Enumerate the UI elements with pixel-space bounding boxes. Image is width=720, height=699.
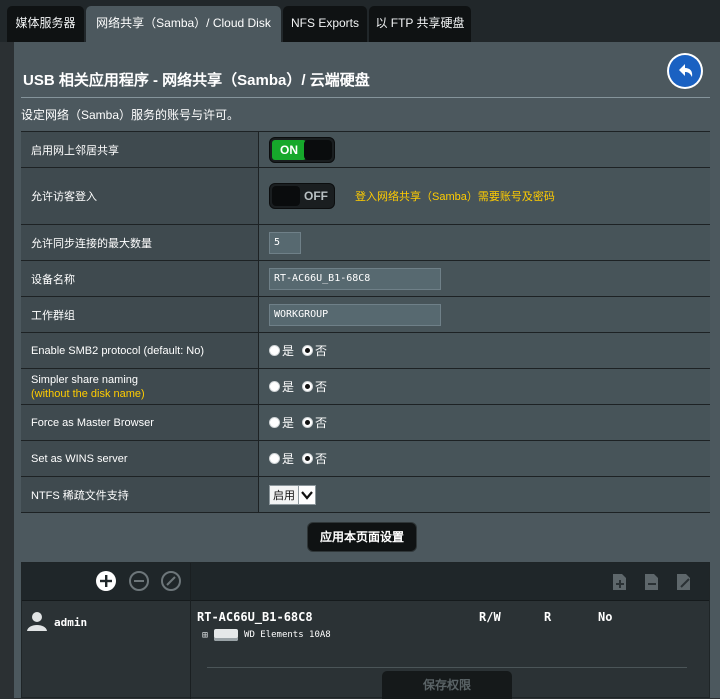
label-network-neighborhood: 启用网上邻居共享 <box>21 132 259 167</box>
label-workgroup: 工作群组 <box>21 297 259 332</box>
expand-icon[interactable]: ⊞ <box>202 630 208 641</box>
add-account-icon[interactable] <box>96 571 116 591</box>
no-label: 否 <box>315 380 328 394</box>
row-master-browser: Force as Master Browser 是 否 <box>21 405 710 441</box>
label-wins: Set as WINS server <box>21 441 259 476</box>
guest-login-toggle[interactable]: OFF <box>269 183 335 209</box>
perm-header-rw: R/W <box>479 610 501 624</box>
edit-account-icon[interactable] <box>161 571 181 591</box>
max-connections-input[interactable]: 5 <box>269 231 301 254</box>
no-label: 否 <box>315 452 328 466</box>
master-browser-yes-radio[interactable] <box>269 417 280 428</box>
row-guest-login: 允许访客登入 OFF 登入网络共享（Samba）需要账号及密码 <box>21 168 710 225</box>
page-description: 设定网络（Samba）服务的账号与许可。 <box>21 108 240 122</box>
row-network-neighborhood: 启用网上邻居共享 ON <box>21 132 710 168</box>
wins-no-radio[interactable] <box>302 453 314 464</box>
row-simpler-naming: Simpler share naming (without the disk n… <box>21 369 710 405</box>
save-permission-button[interactable]: 保存权限 <box>382 671 512 699</box>
account-item-admin[interactable]: admin <box>26 610 87 635</box>
no-label: 否 <box>315 416 328 430</box>
row-smb2: Enable SMB2 protocol (default: No) 是 否 <box>21 333 710 369</box>
device-name-input[interactable]: RT-AC66U_B1-68C8 <box>269 267 441 290</box>
disk-divider <box>207 667 687 668</box>
wins-yes-radio[interactable] <box>269 453 280 464</box>
delete-folder-icon[interactable] <box>642 571 662 593</box>
guest-login-hint: 登入网络共享（Samba）需要账号及密码 <box>355 191 555 203</box>
master-browser-no-radio[interactable] <box>302 417 314 428</box>
page-title: USB 相关应用程序 - 网络共享（Samba）/ 云端硬盘 <box>23 72 370 89</box>
toggle-knob <box>272 186 300 206</box>
tab-samba[interactable]: 网络共享（Samba）/ Cloud Disk <box>86 6 281 42</box>
tab-nfs-exports[interactable]: NFS Exports <box>283 6 367 42</box>
simpler-naming-yes-radio[interactable] <box>269 381 280 392</box>
toggle-knob <box>304 139 332 160</box>
delete-account-icon[interactable] <box>129 571 149 591</box>
yes-label: 是 <box>282 344 295 358</box>
perm-header-r: R <box>544 610 552 624</box>
no-label: 否 <box>315 344 328 358</box>
yes-label: 是 <box>282 416 295 430</box>
hard-disk-icon <box>214 629 239 641</box>
yes-label: 是 <box>282 452 295 466</box>
smb2-yes-radio[interactable] <box>269 345 280 356</box>
title-divider <box>21 97 710 98</box>
label-device-name: 设备名称 <box>21 261 259 296</box>
edit-folder-icon[interactable] <box>674 571 694 593</box>
label-master-browser: Force as Master Browser <box>21 405 259 440</box>
simpler-naming-sublabel: (without the disk name) <box>31 387 145 400</box>
chevron-down-icon <box>298 485 315 504</box>
toggle-off-label: OFF <box>304 189 328 203</box>
ntfs-sparse-value: 启用 <box>273 489 295 502</box>
disk-item[interactable]: ⊞ WD Elements 10A8 <box>202 629 331 641</box>
tab-media-server[interactable]: 媒体服务器 <box>7 6 84 42</box>
row-wins: Set as WINS server 是 否 <box>21 441 710 477</box>
disk-name: WD Elements 10A8 <box>244 630 331 640</box>
tab-ftp-share[interactable]: 以 FTP 共享硬盘 <box>369 6 471 42</box>
label-guest-login: 允许访客登入 <box>21 168 259 224</box>
account-permission-table: admin RT-AC66U_B1-68C8 R/W R No ⊞ WD Ele… <box>21 562 710 699</box>
row-max-connections: 允许同步连接的最大数量 5 <box>21 225 710 261</box>
user-icon <box>26 610 48 635</box>
toggle-on-label: ON <box>272 139 306 160</box>
apply-settings-button[interactable]: 应用本页面设置 <box>308 523 416 551</box>
workgroup-input[interactable]: WORKGROUP <box>269 303 441 326</box>
samba-panel: USB 相关应用程序 - 网络共享（Samba）/ 云端硬盘 设定网络（Samb… <box>14 42 720 699</box>
smb2-no-radio[interactable] <box>302 345 314 356</box>
network-neighborhood-toggle[interactable]: ON <box>269 136 335 163</box>
simpler-naming-no-radio[interactable] <box>302 381 314 392</box>
device-heading: RT-AC66U_B1-68C8 <box>197 610 313 624</box>
account-toolbar <box>22 563 709 601</box>
row-workgroup: 工作群组 WORKGROUP <box>21 297 710 333</box>
label-ntfs-sparse: NTFS 稀疏文件支持 <box>21 477 259 512</box>
label-smb2: Enable SMB2 protocol (default: No) <box>21 333 259 368</box>
account-name: admin <box>54 616 88 629</box>
row-device-name: 设备名称 RT-AC66U_B1-68C8 <box>21 261 710 297</box>
ntfs-sparse-select[interactable]: 启用 <box>269 484 316 505</box>
settings-table: 启用网上邻居共享 ON 允许访客登入 OFF 登入网络共享（Samba）需要账号… <box>21 131 710 513</box>
back-button[interactable] <box>667 53 703 89</box>
yes-label: 是 <box>282 380 295 394</box>
perm-header-no: No <box>598 610 613 624</box>
row-ntfs-sparse: NTFS 稀疏文件支持 启用 <box>21 477 710 513</box>
column-divider <box>190 563 191 699</box>
label-simpler-naming: Simpler share naming (without the disk n… <box>21 369 259 404</box>
tab-bar: 媒体服务器 网络共享（Samba）/ Cloud Disk NFS Export… <box>0 0 720 42</box>
add-folder-icon[interactable] <box>610 571 630 593</box>
back-arrow-icon <box>669 55 701 87</box>
label-max-connections: 允许同步连接的最大数量 <box>21 225 259 260</box>
